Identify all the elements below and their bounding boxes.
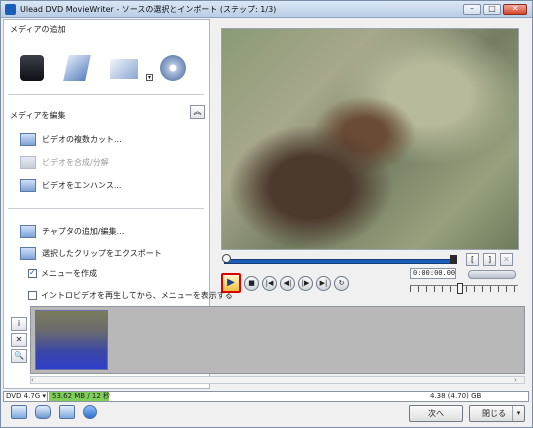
next-frame-button[interactable]: |▶ (298, 276, 313, 291)
go-to-start-icon: |◀ (265, 279, 274, 287)
gear-icon[interactable] (35, 405, 51, 419)
create-menu-checkbox[interactable]: メニューを作成 (28, 268, 97, 279)
clip-toolbar: i ✕ 🔍 (11, 317, 27, 375)
usage-text: 53.62 MB / 12 秒 (52, 392, 111, 400)
repeat-button[interactable]: ↻ (334, 276, 349, 291)
checkbox-label: イントロビデオを再生してから、メニューを表示する (41, 291, 233, 300)
add-media-toolbar (20, 55, 186, 81)
chapter-icon (20, 225, 36, 238)
trim-video-icon (20, 133, 36, 146)
magnifier-icon: 🔍 (14, 351, 24, 360)
close-icon: ✕ (503, 255, 510, 264)
mark-buttons: [ ] ✕ (466, 253, 513, 266)
close-icon: ✕ (511, 4, 519, 13)
minimize-icon: – (470, 4, 474, 13)
camcorder-capture-icon[interactable] (20, 55, 44, 81)
speed-slider[interactable] (468, 270, 516, 279)
add-media-heading: メディアの追加 (10, 25, 66, 34)
delete-icon: ✕ (15, 335, 23, 344)
import-video-icon[interactable] (63, 55, 91, 81)
clear-marks-button[interactable]: ✕ (500, 253, 513, 266)
timecode-field[interactable]: 0:00:00.00 (410, 268, 456, 279)
maximize-icon: □ (488, 4, 496, 13)
clip-list-scrollbar[interactable] (30, 376, 525, 384)
disc-info-icon[interactable] (59, 405, 75, 419)
close-button[interactable]: 閉じる ▾ (469, 405, 525, 422)
checkbox-checked[interactable] (28, 268, 37, 278)
checkbox-unchecked[interactable] (28, 291, 37, 300)
bottom-toolbar (11, 405, 97, 419)
edit-media-heading: メディアを編集 (10, 111, 66, 120)
previous-frame-button[interactable]: ◀| (280, 276, 295, 291)
close-button-label: 閉じる (482, 409, 506, 418)
merge-video-icon (20, 156, 36, 169)
task-export-clip[interactable]: 選択したクリップをエクスポート (20, 247, 162, 260)
video-preview (221, 28, 519, 250)
scrub-bar[interactable] (224, 259, 456, 264)
stop-icon: ■ (248, 279, 255, 287)
play-intro-checkbox[interactable]: イントロビデオを再生してから、メニューを表示する (28, 290, 233, 301)
play-button[interactable]: ▶ (221, 273, 241, 293)
import-dropdown-arrow[interactable]: ▾ (146, 74, 153, 81)
next-frame-icon: |▶ (301, 279, 310, 287)
project-settings-icon[interactable] (11, 405, 27, 419)
task-label: ビデオの複数カット... (42, 135, 122, 144)
clip-thumbnail[interactable] (35, 310, 108, 370)
shuttle-ruler[interactable] (410, 285, 518, 292)
divider (8, 208, 204, 209)
export-arrow-icon (20, 247, 36, 260)
minimize-button[interactable]: – (463, 4, 481, 15)
stop-button[interactable]: ■ (244, 276, 259, 291)
shuttle-thumb[interactable] (457, 283, 463, 294)
disc-type-value: DVD 4.7G (6, 392, 41, 400)
go-to-end-button[interactable]: ▶| (316, 276, 331, 291)
import-disc-icon[interactable] (160, 55, 186, 81)
title-bar[interactable]: Ulead DVD MovieWriter - ソースの選択とインポート (ステ… (1, 1, 532, 18)
remove-clip-button[interactable]: ✕ (11, 333, 27, 347)
disc-type-select[interactable]: DVD 4.7G ▾ (4, 392, 48, 401)
maximize-button[interactable]: □ (483, 4, 501, 15)
scrub-handle[interactable] (222, 254, 231, 263)
close-window-button[interactable]: ✕ (503, 4, 527, 15)
app-logo-icon (5, 4, 16, 15)
capacity-text: 4.38 (4.70) GB (430, 392, 482, 400)
enhance-video-icon (20, 179, 36, 192)
task-multi-trim[interactable]: ビデオの複数カット... (20, 133, 122, 146)
task-merge-split: ビデオを合成/分解 (20, 156, 109, 169)
divider (8, 94, 204, 95)
collapse-button[interactable]: ︽ (190, 105, 205, 119)
chevron-down-icon[interactable]: ▾ (512, 406, 524, 421)
task-label: 選択したクリップをエクスポート (42, 249, 162, 258)
mark-in-button[interactable]: [ (466, 253, 479, 266)
chevron-down-icon: ▾ (42, 392, 46, 400)
double-chevron-up-icon: ︽ (193, 107, 202, 116)
go-to-end-icon: ▶| (319, 279, 328, 287)
help-icon[interactable] (83, 405, 97, 419)
checkbox-label: メニューを作成 (41, 269, 97, 278)
clip-info-button[interactable]: i (11, 317, 27, 331)
scroll-right-icon[interactable]: › (514, 376, 517, 384)
task-label: チャプタの追加/編集... (42, 227, 125, 236)
repeat-icon: ↻ (338, 279, 345, 287)
task-label: ビデオを合成/分解 (42, 158, 109, 167)
task-add-chapters[interactable]: チャプタの追加/編集... (20, 225, 124, 238)
task-enhance[interactable]: ビデオをエンハンス... (20, 179, 121, 192)
go-to-start-button[interactable]: |◀ (262, 276, 277, 291)
previous-frame-icon: ◀| (283, 279, 292, 287)
mark-out-button[interactable]: ] (483, 253, 496, 266)
transport-controls: ▶ ■ |◀ ◀| |▶ ▶| ↻ (221, 273, 349, 293)
import-photo-icon[interactable] (110, 59, 138, 79)
task-label: ビデオをエンハンス... (42, 181, 122, 190)
play-icon: ▶ (227, 277, 235, 288)
trim-end-marker[interactable] (450, 255, 457, 264)
next-button[interactable]: 次へ (409, 405, 463, 422)
info-icon: i (17, 319, 21, 328)
window-title: Ulead DVD MovieWriter - ソースの選択とインポート (ステ… (20, 5, 277, 14)
zoom-clip-button[interactable]: 🔍 (11, 349, 27, 363)
scroll-left-icon[interactable]: ‹ (31, 376, 34, 384)
